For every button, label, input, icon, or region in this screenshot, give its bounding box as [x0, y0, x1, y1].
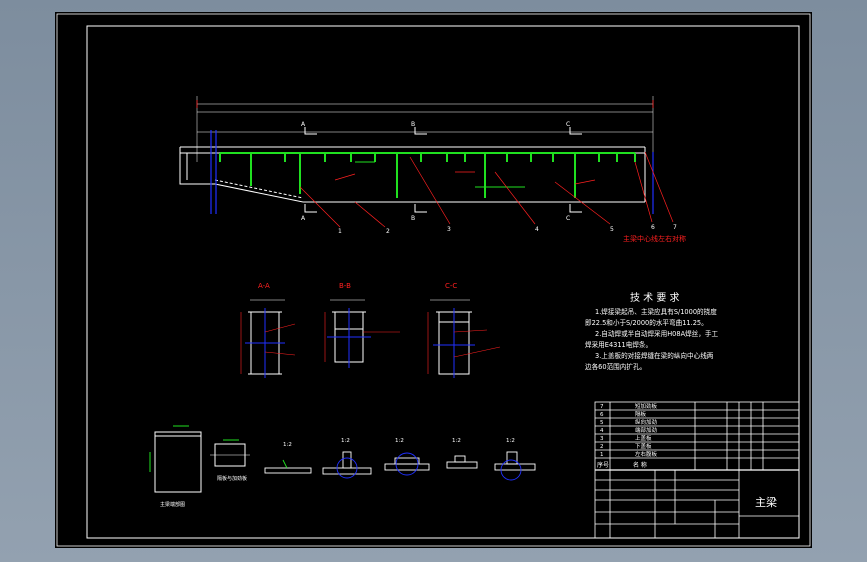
end-view: [149, 425, 202, 493]
detail-scale: 1:2: [341, 438, 350, 444]
svg-text:A: A: [301, 215, 306, 222]
svg-text:C: C: [566, 215, 570, 222]
part-number: 1: [338, 228, 342, 235]
bom-item-no: 3: [600, 436, 604, 442]
section-cut-marks: [304, 127, 582, 213]
section-b-b: [324, 299, 400, 368]
bom-item-no: 7: [600, 404, 604, 410]
bom-item-name: 上盖板: [635, 434, 652, 442]
bom-table: [594, 401, 800, 539]
cad-viewport[interactable]: A A B B C C 1 2 3 4 5 6 7 主梁中心线左右对称 A-A B-B…: [0, 0, 867, 562]
tech-req-line: 3.上盖板的对接焊缝在梁的纵向中心线两: [595, 351, 714, 360]
tech-req-line: 焊采用E4311电焊条。: [585, 340, 652, 349]
side-label: 隔板与加劲板: [217, 475, 247, 482]
section-c-c: [427, 299, 501, 378]
bom-item-no: 4: [600, 428, 604, 434]
tech-req-lines: 1.焊接梁起吊、主梁应具有S/1000的挠度 即22.5和小于S/2000的水平…: [585, 307, 718, 371]
bom-header-cell: 名 称: [633, 461, 647, 469]
part-number: 5: [610, 226, 614, 233]
bom-item-no: 2: [600, 444, 604, 450]
cad-drawing: A A B B C C 1 2 3 4 5 6 7 主梁中心线左右对称 A-A B-B…: [56, 13, 811, 547]
svg-text:C: C: [566, 121, 570, 128]
bom-header: 序号 名 称: [597, 461, 647, 469]
bom-header-cell: 序号: [597, 461, 609, 469]
tech-req-title: 技 术 要 求: [630, 291, 680, 304]
leader-lines: [299, 151, 674, 228]
bom-item-no: 6: [600, 412, 604, 418]
detail-views: [264, 451, 536, 481]
bom-item-name: 下盖板: [635, 442, 652, 450]
part-number: 4: [535, 226, 539, 233]
bom-item-name: 纵向加劲: [635, 418, 658, 426]
detail-scale: 1:2: [506, 438, 515, 444]
side-label: 主梁端部图: [160, 501, 185, 508]
svg-text:A: A: [301, 121, 306, 128]
part-title: 主梁: [755, 495, 777, 509]
main-note: 主梁中心线左右对称: [623, 234, 686, 243]
part-number: 6: [651, 224, 655, 231]
part-number-labels: 1 2 3 4 5 6 7: [338, 224, 677, 235]
part-number: 7: [673, 224, 677, 231]
section-a-a: [240, 299, 296, 378]
bom-item-name: 隔板: [635, 410, 647, 418]
bom-item-name: 端部加劲: [635, 426, 658, 434]
girder-elevation: [179, 96, 654, 203]
bom-item-name: 短加劲板: [635, 402, 658, 410]
center-lines: [210, 130, 654, 214]
tech-req-line: 边各60范围内扩孔。: [585, 362, 646, 371]
part-number: 2: [386, 228, 390, 235]
bom-item-name: 左右腹板: [635, 450, 658, 458]
detail-scales: 1:2 1:2 1:2 1:2 1:2: [283, 438, 515, 448]
sheet-border-outer: [56, 13, 811, 547]
detail-scale: 1:2: [452, 438, 461, 444]
svg-text:B: B: [411, 121, 415, 128]
tech-req-line: 2.自动焊或半自动焊采用H08A焊丝，手工: [595, 329, 718, 338]
section-title: B-B: [339, 282, 351, 290]
part-number: 3: [447, 226, 451, 233]
plate-view: [210, 439, 250, 467]
drawing-sheet: A A B B C C 1 2 3 4 5 6 7 主梁中心线左右对称 A-A B-B…: [55, 12, 812, 548]
bom-item-no: 5: [600, 420, 604, 426]
tech-req-line: 1.焊接梁起吊、主梁应具有S/1000的挠度: [595, 307, 717, 316]
stiffeners: [219, 152, 636, 198]
sheet-border-inner: [86, 25, 800, 539]
detail-scale: 1:2: [283, 442, 292, 448]
svg-text:B: B: [411, 215, 415, 222]
bom-item-no: 1: [600, 452, 604, 458]
section-title: A-A: [258, 282, 270, 290]
tech-req-line: 即22.5和小于S/2000的水平弯曲11.25。: [585, 318, 708, 327]
section-titles: A-A B-B C-C: [258, 282, 457, 290]
section-title: C-C: [445, 282, 457, 290]
section-cut-letters: A A B B C C: [301, 121, 570, 222]
detail-scale: 1:2: [395, 438, 404, 444]
